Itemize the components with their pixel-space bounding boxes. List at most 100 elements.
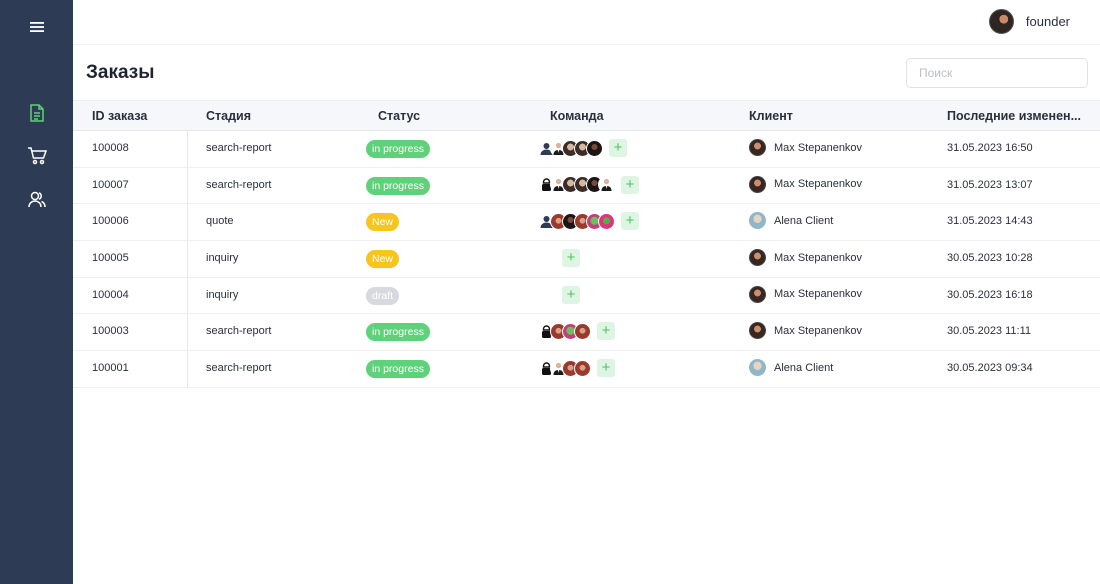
order-stage: search-report	[206, 178, 272, 191]
status-badge: New	[366, 213, 400, 232]
last-modified: 30.05.2023 16:18	[947, 288, 1033, 301]
team-member-avatar	[574, 322, 591, 340]
team-avatars: +	[538, 359, 615, 378]
table-row[interactable]: 100008 search-report in progress + Max S…	[73, 131, 1100, 168]
client[interactable]: Max Stepanenkov	[749, 139, 862, 156]
status-badge: in progress	[366, 140, 430, 158]
page-title: Заказы	[86, 62, 155, 83]
last-modified: 31.05.2023 16:50	[947, 142, 1033, 154]
last-modified: 30.05.2023 11:11	[947, 325, 1032, 338]
client-avatar	[749, 322, 766, 340]
orders-table: ID заказа Стадия Статус Команда Клиент П…	[73, 100, 1100, 388]
order-id: 100007	[92, 178, 129, 191]
team-member-avatar	[574, 359, 591, 377]
last-modified: 31.05.2023 14:43	[947, 215, 1033, 228]
client-avatar	[749, 139, 766, 156]
client-avatar	[749, 212, 766, 230]
order-id: 100004	[92, 288, 129, 301]
last-modified: 30.05.2023 09:34	[947, 362, 1033, 375]
client[interactable]: Max Stepanenkov	[749, 285, 863, 303]
status-cell: New	[366, 250, 400, 269]
order-stage: quote	[206, 215, 234, 228]
table-row[interactable]: 100001 search-report in progress + Alena…	[73, 351, 1100, 388]
order-stage: inquiry	[206, 252, 239, 265]
client-avatar	[749, 359, 766, 377]
status-badge: in progress	[366, 176, 430, 195]
add-team-member-button[interactable]: +	[562, 249, 580, 268]
column-header-stage[interactable]: Стадия	[206, 109, 251, 123]
order-stage: search-report	[206, 142, 272, 154]
last-modified: 31.05.2023 13:07	[947, 178, 1033, 191]
menu-button[interactable]	[22, 12, 52, 42]
client[interactable]: Alena Client	[749, 359, 834, 377]
order-id: 100006	[92, 215, 129, 228]
table-row[interactable]: 100007 search-report in progress + Max S…	[73, 168, 1100, 205]
client[interactable]: Alena Client	[749, 212, 833, 230]
team-avatars: +	[538, 212, 639, 231]
client-name: Max Stepanenkov	[774, 288, 863, 301]
document-icon	[30, 103, 44, 122]
client[interactable]: Max Stepanenkov	[749, 322, 863, 340]
client-name: Alena Client	[774, 361, 834, 374]
team-avatars: +	[550, 249, 580, 268]
status-cell: in progress	[366, 140, 430, 158]
team-member-avatar	[586, 139, 603, 157]
status-cell: draft	[366, 286, 400, 305]
order-id: 100008	[92, 142, 129, 154]
order-id: 100003	[92, 325, 129, 338]
column-header-id[interactable]: ID заказа	[92, 109, 147, 123]
sidebar-item-users[interactable]	[22, 184, 52, 214]
status-cell: in progress	[366, 176, 430, 195]
add-team-member-button[interactable]: +	[621, 175, 639, 194]
order-stage: inquiry	[206, 288, 239, 301]
client-name: Max Stepanenkov	[774, 324, 863, 337]
add-team-member-button[interactable]: +	[609, 139, 627, 157]
client[interactable]: Max Stepanenkov	[749, 249, 863, 267]
status-badge: draft	[366, 286, 400, 305]
table-row[interactable]: 100005 inquiry New + Max Stepanenkov 30.…	[73, 241, 1100, 278]
client-name: Max Stepanenkov	[774, 251, 863, 264]
man-icon	[598, 176, 615, 194]
status-badge: in progress	[366, 360, 430, 379]
status-badge: in progress	[366, 323, 430, 342]
team-avatars: +	[538, 139, 627, 157]
column-header-status[interactable]: Статус	[378, 109, 420, 123]
client-avatar	[749, 249, 766, 267]
user-name: founder	[1025, 14, 1070, 29]
table-body: 100008 search-report in progress + Max S…	[73, 131, 1100, 388]
client-name: Max Stepanenkov	[774, 141, 863, 154]
status-cell: New	[366, 213, 400, 232]
users-icon	[28, 191, 46, 208]
cart-icon	[28, 147, 47, 165]
user-menu[interactable]: founder	[988, 9, 1070, 34]
sidebar-item-cart[interactable]	[22, 141, 52, 171]
table-header: ID заказа Стадия Статус Команда Клиент П…	[73, 100, 1100, 131]
last-modified: 30.05.2023 10:28	[947, 252, 1033, 265]
client-avatar	[749, 285, 766, 303]
sidebar-item-orders[interactable]	[22, 98, 52, 128]
add-team-member-button[interactable]: +	[597, 359, 615, 378]
team-avatars: +	[538, 322, 615, 341]
status-badge: New	[366, 250, 400, 269]
table-row[interactable]: 100004 inquiry draft + Max Stepanenkov 3…	[73, 278, 1100, 315]
sidebar	[0, 0, 73, 584]
add-team-member-button[interactable]: +	[621, 212, 639, 231]
team-avatars: +	[538, 175, 639, 194]
add-team-member-button[interactable]: +	[562, 285, 580, 304]
team-avatars: +	[550, 285, 580, 304]
order-id: 100005	[92, 252, 129, 265]
table-row[interactable]: 100003 search-report in progress + Max S…	[73, 314, 1100, 352]
status-cell: in progress	[366, 323, 430, 342]
column-header-client[interactable]: Клиент	[749, 109, 793, 123]
table-row[interactable]: 100006 quote New + Alena Client 31.05.20…	[73, 204, 1100, 242]
search-input[interactable]	[906, 58, 1088, 88]
team-member-avatar	[598, 212, 615, 230]
client-name: Max Stepanenkov	[774, 178, 863, 191]
add-team-member-button[interactable]: +	[597, 322, 615, 341]
order-stage: search-report	[206, 325, 272, 338]
column-header-team[interactable]: Команда	[550, 109, 604, 123]
order-stage: search-report	[206, 362, 272, 375]
client[interactable]: Max Stepanenkov	[749, 175, 863, 193]
column-header-last-modified[interactable]: Последние изменен...	[947, 109, 1081, 123]
status-cell: in progress	[366, 360, 430, 379]
